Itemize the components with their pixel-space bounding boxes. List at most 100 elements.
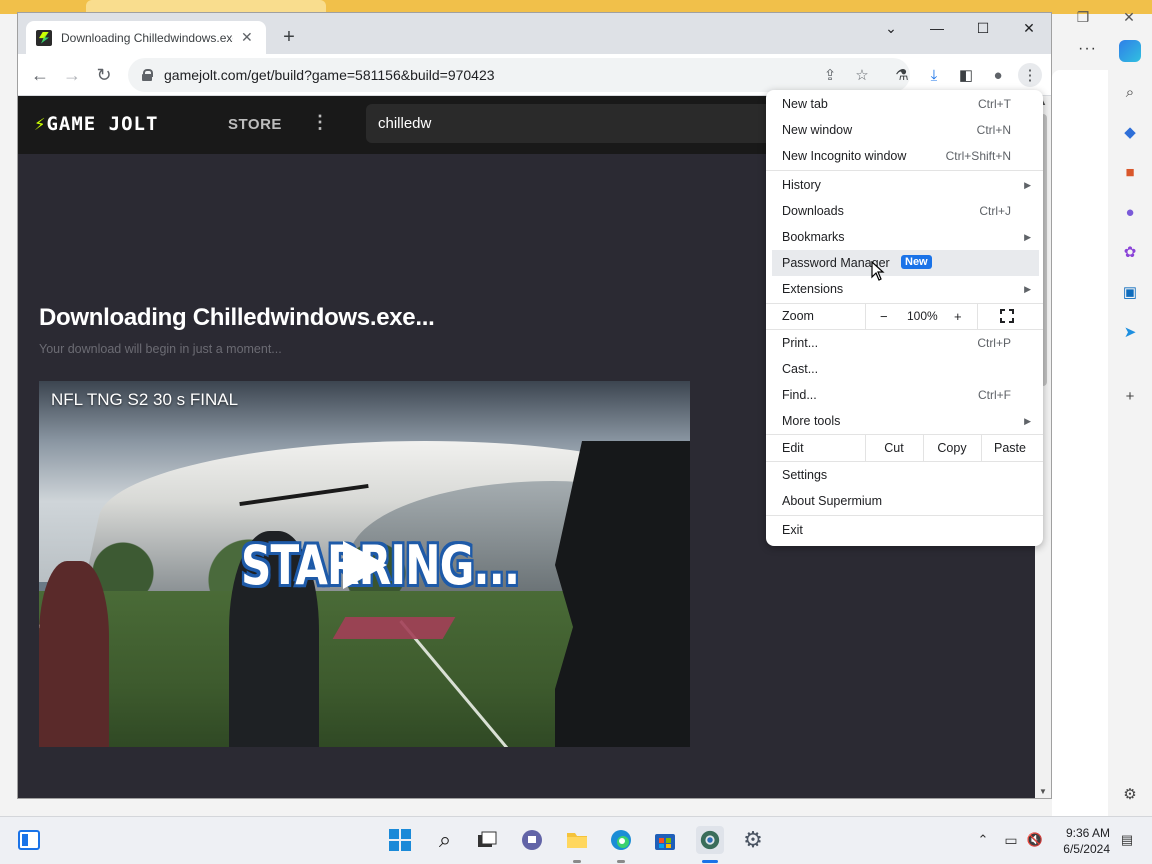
- gamejolt-favicon-icon: [36, 29, 52, 46]
- submenu-arrow-icon: ▶: [1024, 231, 1031, 242]
- copy-button[interactable]: Copy: [923, 441, 981, 455]
- menu-item-new-tab[interactable]: New tab Ctrl+T: [766, 91, 1043, 117]
- cut-button[interactable]: Cut: [865, 441, 923, 455]
- tab-close-icon[interactable]: ✕: [241, 29, 253, 46]
- outlook-icon[interactable]: ▣: [1120, 282, 1140, 302]
- menu-item-zoom: Zoom − 100% +: [766, 303, 1043, 329]
- active-indicator: [702, 860, 718, 863]
- menu-item-password-manager[interactable]: Password Manager New: [772, 250, 1039, 276]
- lock-icon[interactable]: [142, 69, 153, 81]
- add-icon[interactable]: +: [1120, 386, 1140, 406]
- address-url: gamejolt.com/get/build?game=581156&build…: [164, 67, 495, 83]
- edge-more-icon[interactable]: ···: [1078, 40, 1097, 58]
- address-bar[interactable]: gamejolt.com/get/build?game=581156&build…: [128, 58, 910, 92]
- settings-gear-icon[interactable]: ⚙: [1120, 784, 1140, 804]
- toolbox-icon[interactable]: ■: [1120, 162, 1140, 182]
- more-vertical-icon[interactable]: ⋮: [311, 112, 329, 133]
- clock-time: 9:36 AM: [1065, 826, 1110, 840]
- menu-label: New Incognito window: [782, 149, 907, 163]
- volume-muted-icon[interactable]: 🔇: [1022, 827, 1048, 853]
- download-icon[interactable]: ⤓: [922, 63, 946, 87]
- edge-sidebar: ⌕ ◆ ■ ● ✿ ▣ ➤ + ⚙: [1110, 70, 1152, 816]
- background-edge-tab[interactable]: [86, 0, 326, 12]
- background-close-icon[interactable]: ✕: [1106, 0, 1152, 34]
- running-indicator: [573, 860, 581, 863]
- store-icon[interactable]: [652, 827, 678, 853]
- notification-icon[interactable]: ▤: [1114, 827, 1140, 853]
- forward-button[interactable]: →: [59, 62, 85, 88]
- menu-divider: [865, 303, 866, 329]
- people-icon[interactable]: ●: [1120, 202, 1140, 222]
- store-link[interactable]: STORE: [228, 116, 282, 133]
- tag-icon[interactable]: ◆: [1120, 122, 1140, 142]
- widgets-icon[interactable]: [16, 827, 42, 853]
- tab-search-icon[interactable]: ⌄: [868, 13, 914, 43]
- supermium-icon[interactable]: [696, 826, 724, 854]
- scroll-down-icon[interactable]: ▼: [1039, 787, 1047, 796]
- menu-item-print[interactable]: Print... Ctrl+P: [766, 330, 1043, 356]
- menu-item-more-tools[interactable]: More tools ▶: [766, 408, 1043, 434]
- menu-item-history[interactable]: History ▶: [766, 172, 1043, 198]
- bookmark-star-icon[interactable]: ☆: [850, 63, 874, 87]
- menu-item-exit[interactable]: Exit: [766, 517, 1043, 543]
- edge-icon[interactable]: [608, 827, 634, 853]
- profile-icon[interactable]: ●: [986, 63, 1010, 87]
- background-edge-content: [1052, 70, 1108, 816]
- menu-item-downloads[interactable]: Downloads Ctrl+J: [766, 198, 1043, 224]
- submenu-arrow-icon: ▶: [1024, 179, 1031, 190]
- share-icon[interactable]: ⇪: [818, 63, 842, 87]
- zoom-in-button[interactable]: +: [954, 309, 962, 324]
- menu-item-cast[interactable]: Cast...: [766, 356, 1043, 382]
- send-icon[interactable]: ➤: [1120, 322, 1140, 342]
- menu-label: Extensions: [782, 282, 844, 296]
- reload-button[interactable]: ↻: [91, 62, 117, 88]
- menu-item-about[interactable]: About Supermium: [766, 488, 1043, 514]
- paste-button[interactable]: Paste: [981, 441, 1039, 455]
- running-indicator: [617, 860, 625, 863]
- play-icon[interactable]: [339, 541, 387, 589]
- fullscreen-icon[interactable]: [1000, 309, 1014, 323]
- menu-label: Exit: [782, 523, 803, 537]
- gamejolt-logo[interactable]: ⚡GAME JOLT: [34, 113, 158, 135]
- mouse-cursor-icon: [871, 261, 885, 281]
- settings-taskbar-icon[interactable]: ⚙: [740, 827, 766, 853]
- menu-item-extensions[interactable]: Extensions ▶: [766, 276, 1043, 302]
- background-restore-icon[interactable]: ❐: [1060, 0, 1106, 34]
- video-player[interactable]: NFL TNG S2 30 s FINAL STARRING...: [39, 381, 690, 747]
- new-tab-button[interactable]: +: [277, 25, 301, 49]
- back-button[interactable]: ←: [27, 62, 53, 88]
- submenu-arrow-icon: ▶: [1024, 283, 1031, 294]
- minimize-button[interactable]: —: [914, 13, 960, 43]
- menu-shortcut: Ctrl+Shift+N: [945, 149, 1011, 163]
- side-panel-icon[interactable]: ◧: [954, 63, 978, 87]
- copilot-icon[interactable]: [1119, 40, 1141, 62]
- tab-downloading[interactable]: Downloading Chilledwindows.exe ✕: [26, 21, 266, 54]
- menu-item-find[interactable]: Find... Ctrl+F: [766, 382, 1043, 408]
- teams-chat-icon[interactable]: [519, 827, 545, 853]
- menu-kebab-icon[interactable]: ⋮: [1018, 63, 1042, 87]
- background-window-controls: ❐ ✕: [1060, 0, 1152, 34]
- maximize-button[interactable]: ☐: [960, 13, 1006, 43]
- menu-item-new-window[interactable]: New window Ctrl+N: [766, 117, 1043, 143]
- search-taskbar-icon[interactable]: ⌕: [432, 827, 458, 853]
- menu-item-edit: Edit Cut Copy Paste: [766, 435, 1043, 461]
- task-view-icon[interactable]: [474, 827, 500, 853]
- copilot-sidebar-icon[interactable]: ✿: [1120, 242, 1140, 262]
- tab-strip: Downloading Chilledwindows.exe ✕ + ⌄ — ☐…: [18, 13, 1051, 54]
- labs-flask-icon[interactable]: ⚗: [890, 63, 914, 87]
- chevron-up-icon[interactable]: ⌃: [970, 827, 996, 853]
- start-icon[interactable]: [387, 827, 413, 853]
- menu-item-new-incognito[interactable]: New Incognito window Ctrl+Shift+N: [766, 143, 1043, 169]
- search-input[interactable]: chilledw: [366, 104, 786, 143]
- system-clock[interactable]: 9:36 AM 6/5/2024: [1056, 825, 1110, 857]
- network-icon[interactable]: ▭: [998, 827, 1024, 853]
- file-explorer-icon[interactable]: [564, 827, 590, 853]
- menu-shortcut: Ctrl+P: [977, 336, 1011, 350]
- tab-title: Downloading Chilledwindows.exe: [61, 30, 233, 45]
- zoom-out-button[interactable]: −: [880, 309, 888, 324]
- menu-divider: [977, 303, 978, 329]
- close-window-button[interactable]: ✕: [1006, 13, 1051, 43]
- menu-item-settings[interactable]: Settings: [766, 462, 1043, 488]
- menu-item-bookmarks[interactable]: Bookmarks ▶: [766, 224, 1043, 250]
- search-icon[interactable]: ⌕: [1120, 82, 1140, 102]
